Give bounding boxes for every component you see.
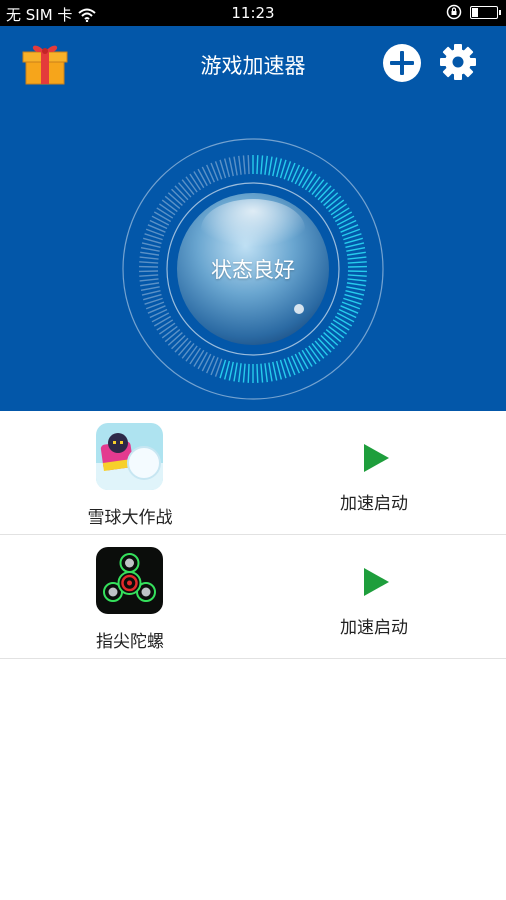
status-bar: 无 SIM 卡 11:23 bbox=[0, 0, 506, 26]
game-row: 指尖陀螺 加速启动 bbox=[0, 535, 506, 659]
game-name: 雪球大作战 bbox=[87, 508, 173, 528]
battery-icon bbox=[470, 5, 501, 19]
play-icon[interactable] bbox=[362, 443, 390, 473]
game-name: 指尖陀螺 bbox=[96, 632, 164, 652]
boost-start-button[interactable]: 加速启动 bbox=[314, 489, 434, 514]
boost-start-button[interactable]: 加速启动 bbox=[314, 613, 434, 638]
gear-icon[interactable] bbox=[439, 43, 477, 81]
clock: 11:23 bbox=[231, 4, 275, 22]
fidget-spinner-icon[interactable] bbox=[96, 547, 163, 614]
game-row: 雪球大作战 加速启动 bbox=[0, 411, 506, 535]
app-title: 游戏加速器 bbox=[200, 54, 306, 78]
snowball-game-icon[interactable] bbox=[96, 423, 163, 490]
plus-circle-icon[interactable] bbox=[382, 43, 422, 83]
play-icon[interactable] bbox=[362, 567, 390, 597]
game-list: 雪球大作战 加速启动 指尖陀螺 加速启动 bbox=[0, 411, 506, 659]
header-panel: 游戏加速器 状态良好 bbox=[0, 26, 506, 411]
status-text[interactable]: 状态良好 bbox=[121, 137, 385, 401]
rotation-lock-icon bbox=[446, 4, 462, 20]
